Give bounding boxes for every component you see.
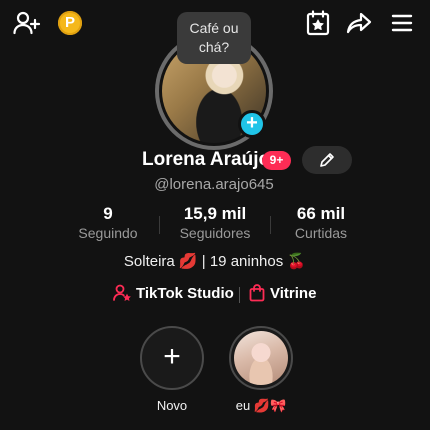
stat-following[interactable]: 9 Seguindo [68,204,148,242]
add-story-plus-icon[interactable]: + [238,110,266,138]
divider [159,216,160,234]
profile-links: TikTok Studio Vitrine [0,284,430,306]
divider [239,287,240,303]
vitrine-link[interactable]: Vitrine [249,284,316,302]
stat-value: 66 mil [296,204,346,223]
highlight-label: eu 💋🎀 [235,398,287,413]
edit-profile-button[interactable] [302,146,352,174]
coin-icon[interactable]: P [58,11,82,35]
stat-label: Seguidores [179,225,251,241]
divider [270,216,271,234]
tiktok-studio-label: TikTok Studio [136,284,234,302]
highlight-eu[interactable]: eu 💋🎀 [229,326,293,414]
stat-label: Seguindo [78,225,138,241]
tiktok-studio-link[interactable]: TikTok Studio [113,284,234,302]
highlight-new[interactable]: + Novo [140,326,204,413]
highlight-cover-photo [234,331,288,385]
stat-likes[interactable]: 66 mil Curtidas [284,204,358,242]
add-user-icon[interactable] [12,10,42,36]
studio-user-icon [113,284,131,301]
plus-icon: + [163,340,181,373]
profile-stats: 9 Seguindo 15,9 mil Seguidores 66 mil Cu… [0,204,430,244]
highlight-circle[interactable] [229,326,293,390]
profile-bio: Solteira 💋 | 19 aninhos 🍒 [123,253,307,270]
shopping-bag-icon [249,284,265,302]
notification-badge[interactable]: 9+ [262,151,291,170]
new-highlight-circle[interactable]: + [140,326,204,390]
name-row: Lorena Araújo 9+ [0,148,430,174]
share-arrow-icon[interactable] [345,11,373,35]
calendar-star-icon[interactable] [305,9,331,37]
hamburger-menu-icon[interactable] [390,12,414,34]
stat-label: Curtidas [294,225,348,241]
highlight-label: Novo [156,398,188,413]
profile-handle: @lorena.arajo645 [0,176,430,193]
stat-value: 15,9 mil [183,204,247,223]
note-line-2: chá? [198,39,230,55]
stat-followers[interactable]: 15,9 mil Seguidores [172,204,258,242]
profile-name: Lorena Araújo [142,149,271,170]
stat-value: 9 [103,204,113,223]
note-line-1: Café ou [189,20,239,36]
profile-note-bubble[interactable]: Café ou chá? [177,12,251,64]
vitrine-label: Vitrine [270,284,317,302]
pencil-icon [320,153,334,167]
handle-text: @lorena.arajo645 [154,176,274,193]
